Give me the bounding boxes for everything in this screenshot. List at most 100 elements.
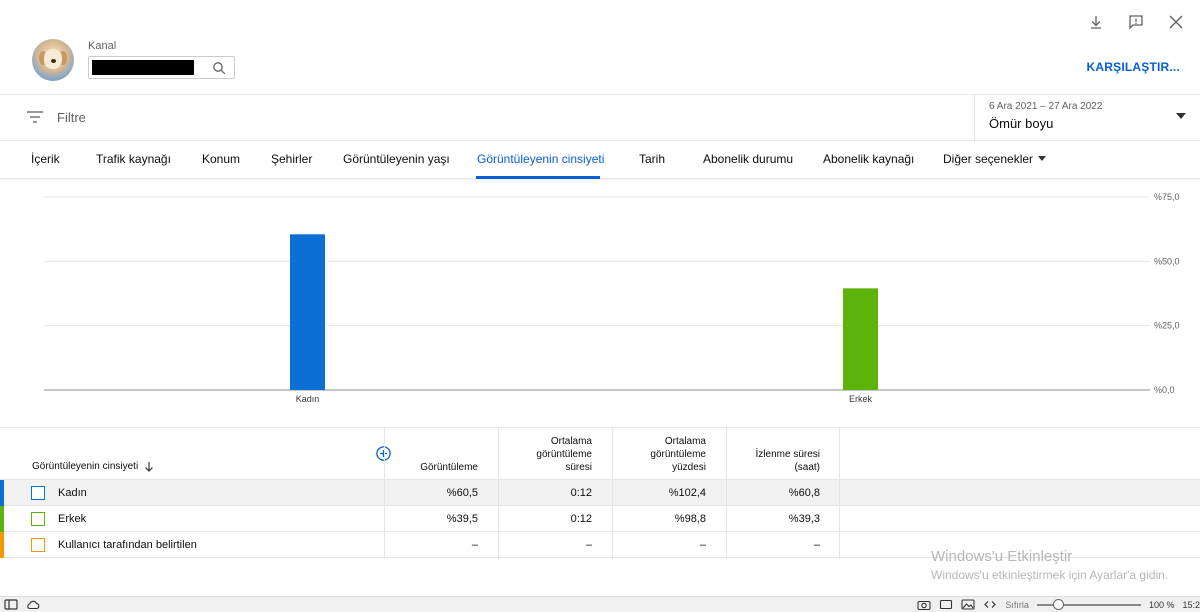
tab-icerik[interactable]: İçerik <box>31 152 60 166</box>
column-divider <box>498 428 499 559</box>
tab-trafik-kaynagi[interactable]: Trafik kaynağı <box>96 152 171 166</box>
row-value-avg-duration: 0:12 <box>570 513 592 525</box>
row-value-views: %39,5 <box>446 513 478 525</box>
code-icon[interactable] <box>983 599 997 610</box>
tab-sehirler[interactable]: Şehirler <box>271 152 312 166</box>
row-label: Kullanıcı tarafından belirtilen <box>58 539 197 551</box>
windows-activation-title: Windows'u Etkinleştir <box>931 548 1073 565</box>
column-divider <box>612 428 613 559</box>
tab-abonelik-durumu[interactable]: Abonelik durumu <box>703 152 793 166</box>
table-row[interactable]: Erkek %39,5 0:12 %98,8 %39,3 <box>0 506 1200 532</box>
data-table: Görüntüleyenin cinsiyeti Görüntüleme Ort… <box>0 427 1200 559</box>
dimension-column-header[interactable]: Görüntüleyenin cinsiyeti <box>32 461 154 472</box>
clock: 15:2 <box>1182 599 1200 610</box>
row-value-watch-time: – <box>813 539 820 551</box>
column-header-watch-time[interactable]: İzlenme süresi (saat) <box>726 428 840 480</box>
column-header-avg-percentage-viewed[interactable]: Ortalama görüntüleme yüzdesi <box>612 428 726 480</box>
x-tick-label: Kadın <box>296 394 320 404</box>
close-icon <box>1169 15 1183 29</box>
bar-erkek[interactable] <box>843 288 878 390</box>
close-button[interactable] <box>1166 12 1186 32</box>
column-header-views[interactable]: Görüntüleme <box>384 428 498 480</box>
column-header-avg-view-duration[interactable]: Ortalama görüntüleme süresi <box>498 428 612 480</box>
row-value-views: %60,5 <box>446 487 478 499</box>
tab-goruntuleyenin-yasi[interactable]: Görüntüleyenin yaşı <box>343 152 450 166</box>
status-bar: Sıfırla 100 % 15:2 <box>0 596 1200 612</box>
bar-kadın[interactable] <box>290 234 325 390</box>
date-range-selector[interactable]: 6 Ara 2021 – 27 Ara 2022 Ömür boyu <box>974 95 1200 141</box>
channel-search-input[interactable] <box>88 56 235 79</box>
tab-diger-secenekler[interactable]: Diğer seçenekler <box>943 152 1047 166</box>
window-icon[interactable] <box>939 599 953 610</box>
header-line: yüzdesi <box>672 462 706 473</box>
header-line: görüntüleme <box>650 449 706 460</box>
windows-activation-subtitle: Windows'u etkinleştirmek için Ayarlar'a … <box>931 568 1169 582</box>
zoom-reset-button[interactable]: Sıfırla <box>1005 600 1029 610</box>
zoom-level: 100 % <box>1148 599 1175 610</box>
feedback-icon <box>1129 15 1143 30</box>
column-divider <box>839 428 840 559</box>
camera-icon[interactable] <box>917 599 931 610</box>
row-label: Kadın <box>58 487 87 499</box>
table-header: Görüntüleyenin cinsiyeti Görüntüleme Ort… <box>0 428 1200 480</box>
header-line: görüntüleme <box>536 449 592 460</box>
tab-abonelik-kaynagi[interactable]: Abonelik kaynağı <box>823 152 914 166</box>
channel-label: Kanal <box>88 40 117 52</box>
cloud-icon[interactable] <box>26 599 40 610</box>
caret-down-icon <box>1176 113 1186 119</box>
header-line: İzlenme süresi <box>755 449 820 460</box>
row-value-watch-time: %39,3 <box>788 513 820 525</box>
channel-avatar[interactable] <box>32 39 74 81</box>
filter-icon[interactable] <box>27 110 43 124</box>
row-checkbox[interactable] <box>31 538 45 552</box>
row-value-avg-duration: 0:12 <box>570 487 592 499</box>
redacted-channel-name <box>92 60 194 75</box>
zoom-slider-handle[interactable] <box>1052 598 1064 610</box>
header-line: Görüntüleme <box>420 462 478 473</box>
download-icon <box>1091 16 1101 29</box>
row-color-bar <box>0 506 4 532</box>
filter-input[interactable]: Filtre <box>57 110 86 125</box>
dimension-header-label: Görüntüleyenin cinsiyeti <box>32 461 139 472</box>
column-divider <box>384 428 385 559</box>
status-bar-right: Sıfırla 100 % 15:2 <box>917 598 1200 610</box>
panel-icon[interactable] <box>4 599 18 610</box>
row-color-bar <box>0 480 4 506</box>
download-button[interactable] <box>1086 12 1106 32</box>
date-range-value: Ömür boyu <box>989 116 1054 131</box>
avatar-nose <box>51 59 56 63</box>
column-divider <box>726 428 727 559</box>
column-header-views-label: Görüntüleme <box>420 461 478 474</box>
active-tab-indicator <box>476 176 600 179</box>
compare-button[interactable]: KARŞILAŞTIR... <box>1087 60 1180 74</box>
row-value-watch-time: %60,8 <box>788 487 820 499</box>
tab-diger-secenekler-label: Diğer seçenekler <box>943 152 1034 166</box>
row-value-views: – <box>471 539 478 551</box>
row-checkbox[interactable] <box>31 486 45 500</box>
date-range-text: 6 Ara 2021 – 27 Ara 2022 <box>989 101 1103 112</box>
row-value-avg-duration: – <box>585 539 592 551</box>
tab-tarih[interactable]: Tarih <box>639 152 665 166</box>
image-icon[interactable] <box>961 599 975 610</box>
header: Kanal KARŞILAŞTIR... <box>0 0 1200 95</box>
chart-svg: %0,0 %25,0 %50,0 %75,0 Kadın Erkek <box>44 192 1180 404</box>
column-header-avg-view-duration-label: Ortalama görüntüleme süresi <box>536 435 592 474</box>
x-tick-label: Erkek <box>849 394 873 404</box>
tab-konum[interactable]: Konum <box>202 152 240 166</box>
header-line: (saat) <box>794 462 820 473</box>
y-tick-label: %25,0 <box>1154 321 1180 331</box>
row-label: Erkek <box>58 513 87 525</box>
row-checkbox[interactable] <box>31 512 45 526</box>
table-row[interactable]: Kadın %60,5 0:12 %102,4 %60,8 <box>0 480 1200 506</box>
header-line: süresi <box>565 462 592 473</box>
row-value-avg-percentage: %98,8 <box>674 513 706 525</box>
zoom-slider[interactable] <box>1036 598 1141 610</box>
header-line: Ortalama <box>664 436 706 447</box>
tab-goruntuleyenin-cinsiyeti[interactable]: Görüntüleyenin cinsiyeti <box>477 152 604 166</box>
search-icon[interactable] <box>212 61 226 75</box>
gender-bar-chart: %0,0 %25,0 %50,0 %75,0 Kadın Erkek <box>0 180 1200 408</box>
status-bar-left <box>4 599 40 610</box>
filter-bar: Filtre 6 Ara 2021 – 27 Ara 2022 Ömür boy… <box>0 95 1200 141</box>
feedback-button[interactable] <box>1126 12 1146 32</box>
sort-arrow-down-icon[interactable] <box>144 461 154 472</box>
